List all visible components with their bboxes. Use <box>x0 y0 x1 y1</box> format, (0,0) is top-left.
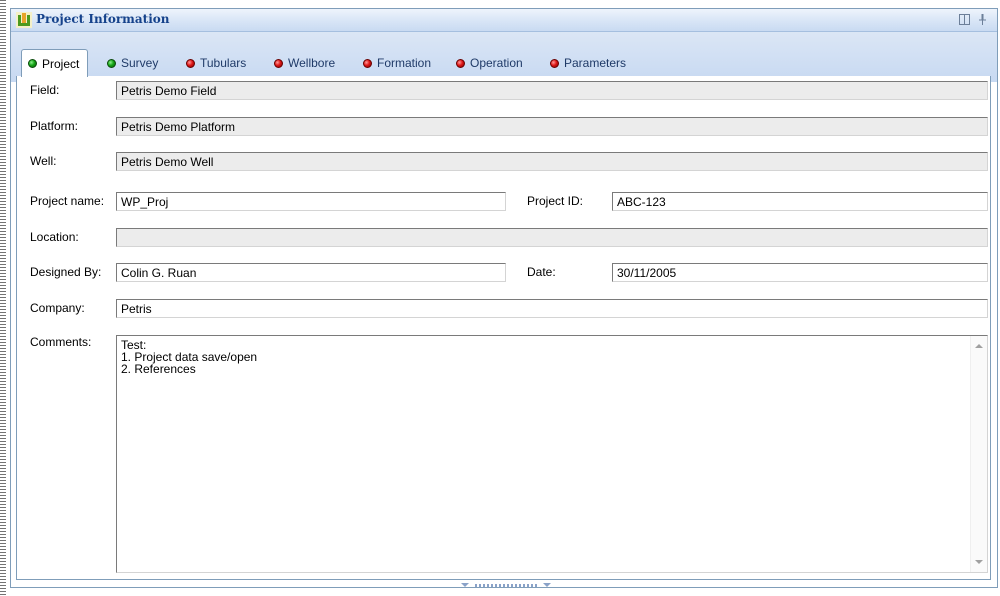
grip-arrow-icon <box>543 583 551 587</box>
panel-title: Project Information <box>36 12 170 26</box>
status-green-icon <box>107 58 116 68</box>
tab-label: Parameters <box>564 56 627 70</box>
comments-textarea[interactable]: Test: 1. Project data save/open 2. Refer… <box>116 335 988 573</box>
left-edge-ruler <box>0 0 6 596</box>
comments-label: Comments: <box>30 335 92 349</box>
platform-label: Platform: <box>30 119 79 133</box>
well-input[interactable] <box>116 152 988 171</box>
comments-text[interactable]: Test: 1. Project data save/open 2. Refer… <box>121 339 969 375</box>
panel-titlebar: Project Information <box>11 9 997 32</box>
status-green-icon <box>28 59 37 68</box>
designed-by-input[interactable] <box>116 263 506 282</box>
grip-arrow-icon <box>461 583 469 587</box>
scroll-down-arrow-icon[interactable] <box>975 560 983 564</box>
status-red-icon <box>363 58 372 68</box>
status-red-icon <box>550 58 559 68</box>
company-input[interactable] <box>116 299 988 318</box>
project-name-label: Project name: <box>30 194 105 208</box>
project-id-input[interactable] <box>612 192 988 211</box>
field-input[interactable] <box>116 81 988 100</box>
tab-operation[interactable]: Operation <box>456 51 523 75</box>
tab-label: Tubulars <box>200 56 247 70</box>
tab-label: Wellbore <box>288 56 336 70</box>
tab-wellbore[interactable]: Wellbore <box>274 51 335 75</box>
date-label: Date: <box>527 265 556 279</box>
tab-survey[interactable]: Survey <box>107 51 158 75</box>
scroll-up-arrow-icon[interactable] <box>975 344 983 348</box>
grip-dots <box>475 583 537 587</box>
comments-scrollbar[interactable] <box>970 336 987 572</box>
tab-formation[interactable]: Formation <box>363 51 431 75</box>
status-red-icon <box>274 58 283 68</box>
tab-parameters[interactable]: Parameters <box>550 51 626 75</box>
tab-label: Survey <box>121 56 159 70</box>
pin-icon[interactable] <box>976 13 989 26</box>
project-name-input[interactable] <box>116 192 506 211</box>
status-red-icon <box>456 58 465 68</box>
company-label: Company: <box>30 301 85 315</box>
dock-window-icon[interactable] <box>958 13 971 26</box>
status-red-icon <box>186 58 195 68</box>
designed-by-label: Designed By: <box>30 265 102 279</box>
location-input[interactable] <box>116 228 988 247</box>
project-information-panel: Project Information Project Survey Tubul… <box>10 8 998 588</box>
tab-label: Project <box>42 56 80 71</box>
project-id-label: Project ID: <box>527 194 584 208</box>
well-label: Well: <box>30 154 57 168</box>
tab-label: Formation <box>377 56 432 70</box>
app-logo-icon <box>16 12 32 28</box>
platform-input[interactable] <box>116 117 988 136</box>
location-label: Location: <box>30 230 79 244</box>
tab-label: Operation <box>470 56 523 70</box>
tab-project[interactable]: Project <box>21 49 89 77</box>
date-input[interactable] <box>612 263 988 282</box>
tab-tubulars[interactable]: Tubulars <box>186 51 246 75</box>
resize-grip[interactable] <box>461 581 551 589</box>
field-label: Field: <box>30 83 60 97</box>
